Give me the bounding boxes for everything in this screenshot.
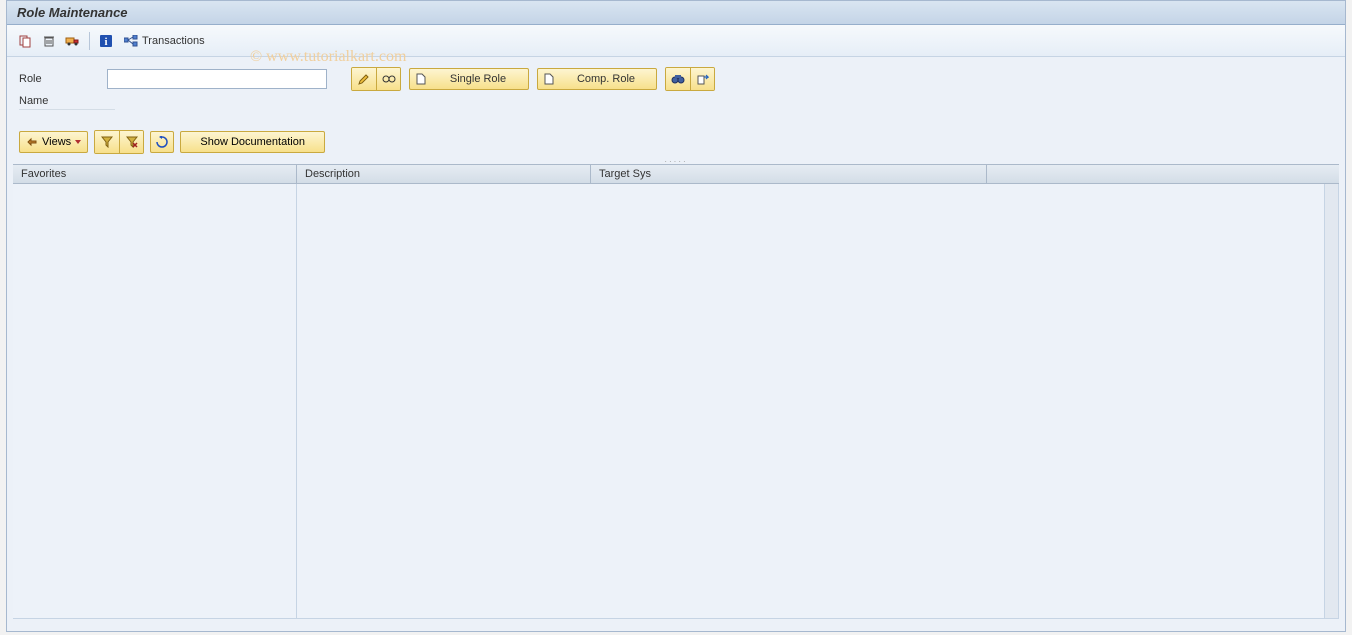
filter-clear-button[interactable] bbox=[119, 131, 143, 153]
edit-display-pair bbox=[351, 67, 401, 91]
show-documentation-button[interactable]: Show Documentation bbox=[180, 131, 325, 153]
chevron-down-icon bbox=[75, 140, 81, 144]
role-input[interactable] bbox=[107, 69, 327, 89]
page-title: Role Maintenance bbox=[7, 1, 1345, 25]
sub-toolbar: Views Show Documentation bbox=[7, 116, 1345, 160]
glasses-display-button[interactable] bbox=[376, 68, 400, 90]
main-toolbar: i Transactions bbox=[7, 25, 1345, 57]
details-pane[interactable] bbox=[297, 184, 1339, 618]
trash-icon[interactable] bbox=[39, 31, 59, 51]
column-description[interactable]: Description bbox=[297, 165, 591, 183]
hand-point-icon bbox=[26, 136, 38, 148]
copy-icon[interactable] bbox=[15, 31, 35, 51]
vertical-scrollbar[interactable] bbox=[1324, 184, 1338, 618]
role-row: Role Single Role Comp. Role bbox=[19, 67, 1333, 91]
filter-button[interactable] bbox=[95, 131, 119, 153]
views-label: Views bbox=[42, 136, 71, 148]
extra-pair bbox=[665, 67, 715, 91]
export-button[interactable] bbox=[690, 68, 714, 90]
transactions-label: Transactions bbox=[142, 35, 205, 47]
column-target-sys[interactable]: Target Sys bbox=[591, 165, 987, 183]
single-role-label: Single Role bbox=[434, 73, 522, 85]
name-label: Name bbox=[19, 95, 99, 107]
comp-role-label: Comp. Role bbox=[562, 73, 650, 85]
single-role-button[interactable]: Single Role bbox=[409, 68, 529, 90]
form-area: Role Single Role Comp. Role bbox=[7, 57, 1345, 116]
refresh-button[interactable] bbox=[150, 131, 174, 153]
role-label: Role bbox=[19, 73, 99, 85]
document-icon bbox=[544, 73, 554, 85]
toolbar-divider bbox=[89, 32, 90, 50]
pencil-icon bbox=[358, 73, 370, 85]
views-dropdown[interactable]: Views bbox=[19, 131, 88, 153]
grid-body bbox=[13, 184, 1339, 619]
transport-icon[interactable] bbox=[63, 31, 83, 51]
binoculars-button[interactable] bbox=[666, 68, 690, 90]
svg-text:i: i bbox=[104, 36, 107, 48]
document-icon bbox=[416, 73, 426, 85]
refresh-icon bbox=[156, 136, 168, 148]
pencil-edit-button[interactable] bbox=[352, 68, 376, 90]
funnel-icon bbox=[101, 136, 113, 148]
export-arrow-icon bbox=[697, 73, 709, 85]
binoculars-icon bbox=[671, 73, 685, 85]
filter-pair bbox=[94, 130, 144, 154]
funnel-x-icon bbox=[126, 136, 138, 148]
app-window: Role Maintenance i Transactions © www.tu… bbox=[6, 0, 1346, 632]
name-row: Name bbox=[19, 95, 115, 110]
grid-header: Favorites Description Target Sys bbox=[13, 164, 1339, 184]
favorites-pane[interactable] bbox=[13, 184, 297, 618]
transactions-button[interactable]: Transactions bbox=[120, 33, 209, 49]
comp-role-button[interactable]: Comp. Role bbox=[537, 68, 657, 90]
glasses-icon bbox=[382, 74, 396, 84]
column-blank bbox=[987, 165, 1339, 183]
flow-icon bbox=[124, 35, 138, 47]
column-favorites[interactable]: Favorites bbox=[13, 165, 297, 183]
info-icon[interactable]: i bbox=[96, 31, 116, 51]
